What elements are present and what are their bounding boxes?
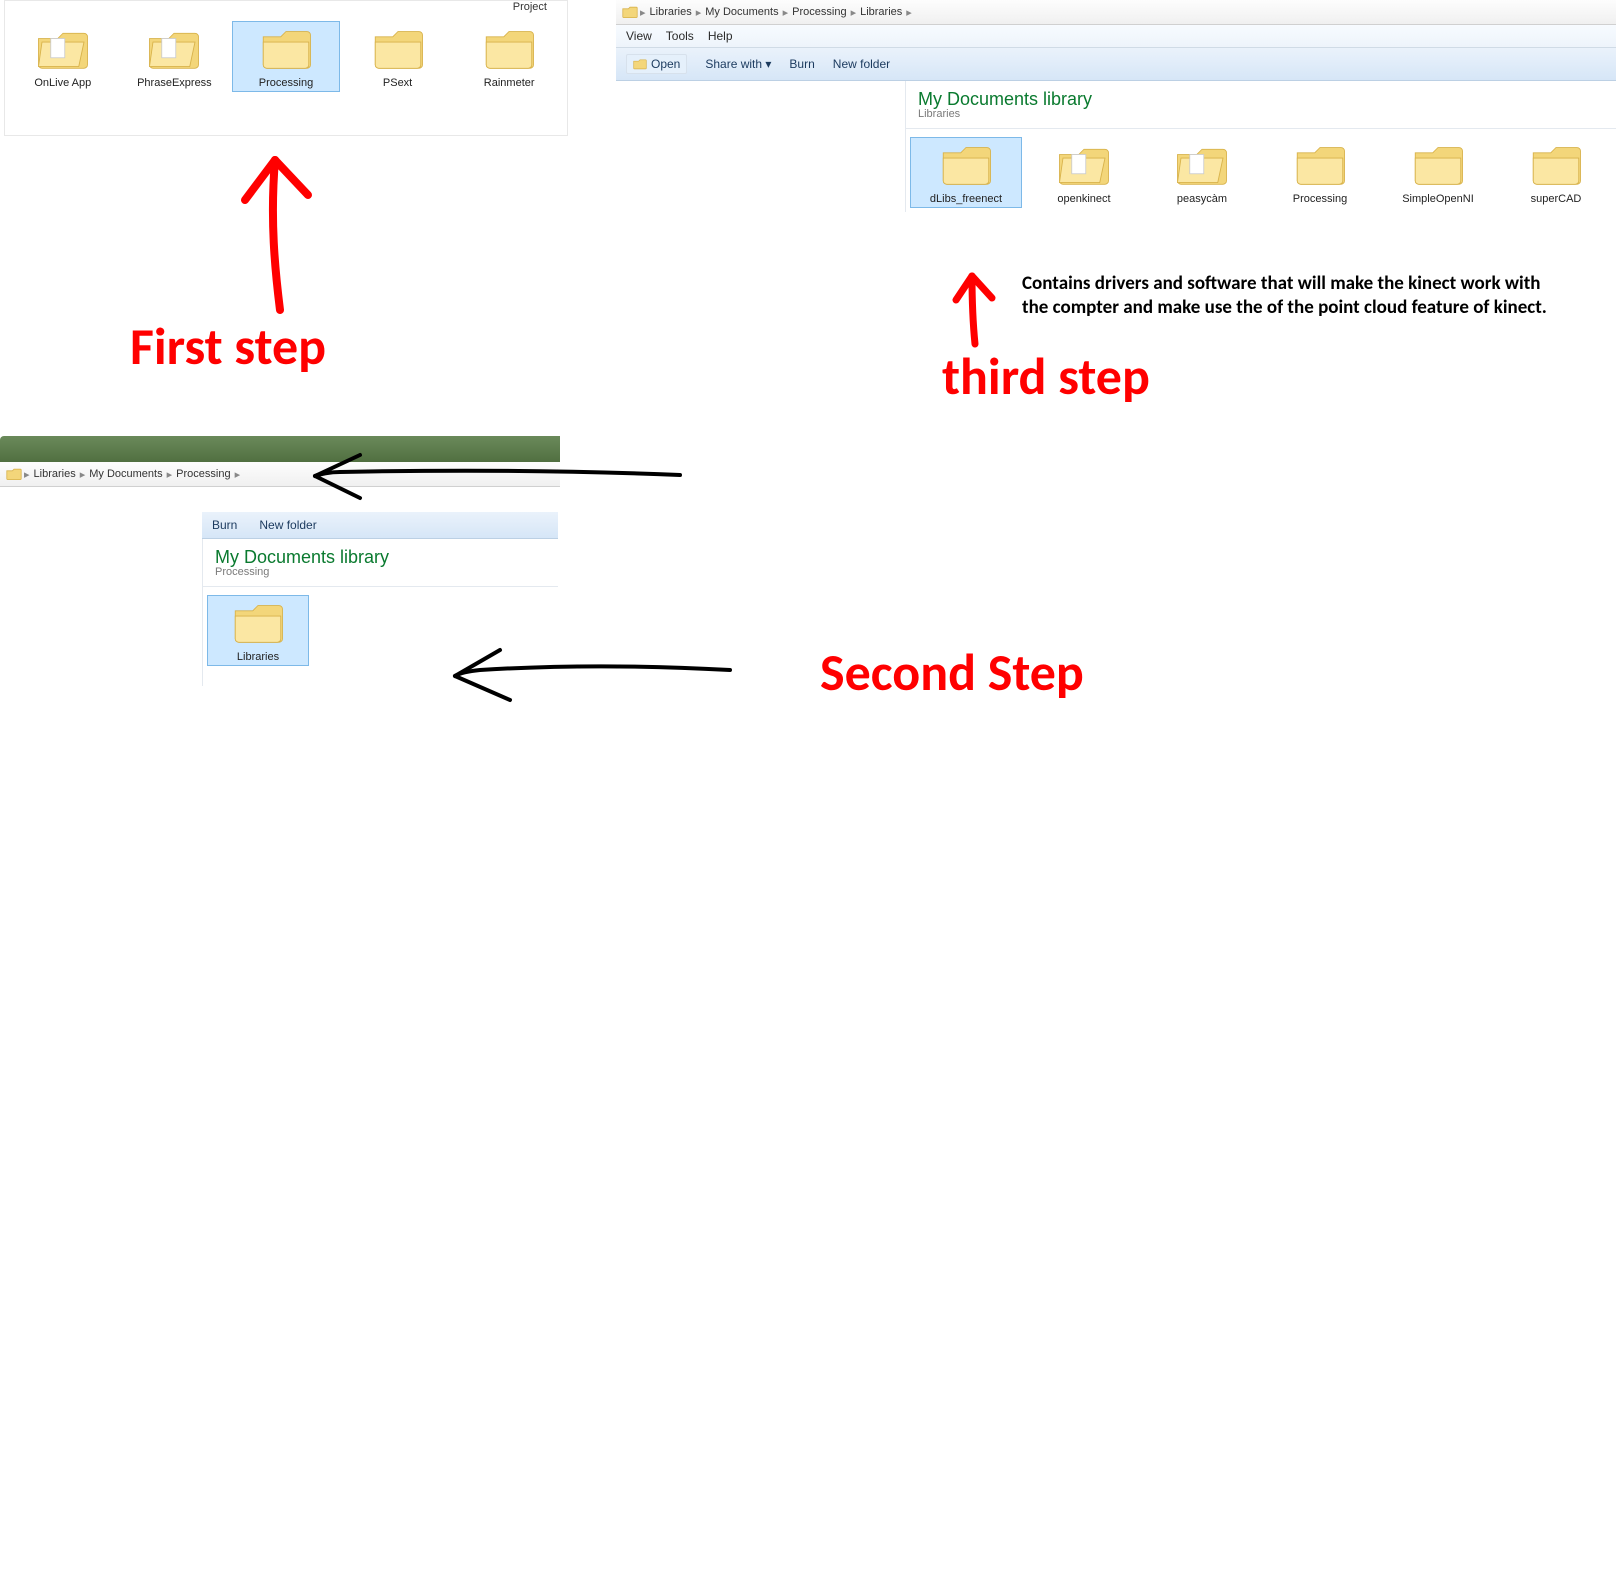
folder-label: superCAD (1503, 193, 1609, 205)
chevron-right-icon: ▸ (22, 468, 32, 481)
folder-icon (622, 5, 638, 19)
chevron-right-icon: ▸ (849, 6, 859, 19)
folder-openkinect[interactable]: openkinect (1028, 137, 1140, 208)
chevron-right-icon: ▸ (638, 6, 648, 19)
step2-content: Burn New folder My Documents library Pro… (202, 512, 558, 686)
step2-panel: ▸ Libraries ▸ My Documents ▸ Processing … (0, 462, 560, 487)
menu-view[interactable]: View (626, 29, 652, 43)
folder-open-icon (633, 57, 647, 71)
folder-label: Processing (1267, 193, 1373, 205)
folder-open-icon (35, 26, 91, 72)
folder-icon (370, 26, 426, 72)
folder-label: Rainmeter (458, 77, 560, 89)
toolbar: Burn New folder (202, 512, 558, 539)
crumb-libraries[interactable]: Libraries (32, 468, 78, 480)
folder-supercad[interactable]: superCAD (1500, 137, 1612, 208)
folder-label: OnLive App (12, 77, 114, 89)
folder-dlibs-freenect[interactable]: dLibs_freenect (910, 137, 1022, 208)
step2-window-top (0, 436, 560, 464)
folder-psext[interactable]: PSext (344, 21, 452, 92)
folder-label: PhraseExpress (124, 77, 226, 89)
folder-rainmeter[interactable]: Rainmeter (455, 21, 563, 92)
step1-top-label: Project (5, 1, 567, 13)
folder-processing[interactable]: Processing (232, 21, 340, 92)
step2-folder-row: Libraries (203, 587, 558, 670)
crumb-processing[interactable]: Processing (174, 468, 232, 480)
crumb-my-documents[interactable]: My Documents (703, 6, 780, 18)
burn-button[interactable]: Burn (789, 57, 814, 71)
new-folder-button[interactable]: New folder (833, 57, 890, 71)
chevron-right-icon: ▸ (781, 6, 791, 19)
open-button[interactable]: Open (626, 54, 687, 74)
crumb-processing[interactable]: Processing (790, 6, 848, 18)
folder-label: peasycàm (1149, 193, 1255, 205)
folder-icon (258, 26, 314, 72)
toolbar: Open Share with ▾ Burn New folder (616, 48, 1616, 81)
breadcrumb[interactable]: ▸ Libraries ▸ My Documents ▸ Processing … (0, 462, 560, 487)
folder-peasycam[interactable]: peasycàm (1146, 137, 1258, 208)
chevron-right-icon: ▸ (694, 6, 704, 19)
folder-simpleopenni[interactable]: SimpleOpenNI (1382, 137, 1494, 208)
chevron-right-icon: ▸ (233, 468, 243, 481)
folder-icon (230, 600, 286, 646)
step1-folder-row: OnLive App PhraseExpress Processing PSex… (5, 13, 567, 96)
folder-open-icon (146, 26, 202, 72)
folder-label: openkinect (1031, 193, 1137, 205)
folder-label: Libraries (210, 651, 306, 663)
folder-label: SimpleOpenNI (1385, 193, 1491, 205)
folder-processing-lib[interactable]: Processing (1264, 137, 1376, 208)
crumb-libraries[interactable]: Libraries (648, 6, 694, 18)
step2-annotation: Second Step (820, 640, 1084, 704)
folder-phraseexpress[interactable]: PhraseExpress (121, 21, 229, 92)
folder-icon (1528, 142, 1584, 188)
folder-icon (481, 26, 537, 72)
crumb-my-documents[interactable]: My Documents (87, 468, 164, 480)
folder-open-icon (1174, 142, 1230, 188)
folder-icon (1292, 142, 1348, 188)
open-label: Open (651, 57, 680, 71)
menu-bar: View Tools Help (616, 25, 1616, 48)
annotation-arrows (0, 0, 1616, 1582)
chevron-right-icon: ▸ (904, 6, 914, 19)
library-header: My Documents library Libraries (906, 81, 1616, 124)
folder-icon (1410, 142, 1466, 188)
step3-description: Contains drivers and software that will … (1022, 272, 1562, 320)
share-with-button[interactable]: Share with ▾ (705, 57, 771, 71)
folder-label: PSext (347, 77, 449, 89)
chevron-right-icon: ▸ (165, 468, 175, 481)
step3-panel: ▸ Libraries ▸ My Documents ▸ Processing … (616, 0, 1616, 212)
library-title: My Documents library (215, 547, 546, 568)
library-title: My Documents library (918, 89, 1604, 110)
folder-onlive-app[interactable]: OnLive App (9, 21, 117, 92)
crumb-libraries-2[interactable]: Libraries (858, 6, 904, 18)
folder-icon (938, 142, 994, 188)
breadcrumb[interactable]: ▸ Libraries ▸ My Documents ▸ Processing … (616, 0, 1616, 25)
folder-icon (6, 467, 22, 481)
library-header: My Documents library Processing (203, 539, 558, 582)
step3-folder-row: dLibs_freenect openkinect (906, 129, 1616, 212)
step3-annotation: third step (942, 344, 1150, 408)
new-folder-button[interactable]: New folder (259, 518, 316, 532)
burn-button[interactable]: Burn (212, 518, 237, 532)
step1-panel: Project OnLive App PhraseExpress Pr (4, 0, 568, 136)
step1-annotation: First step (130, 314, 326, 378)
chevron-right-icon: ▸ (78, 468, 88, 481)
folder-libraries[interactable]: Libraries (207, 595, 309, 666)
folder-label: Processing (235, 77, 337, 89)
folder-label: dLibs_freenect (913, 193, 1019, 205)
folder-open-icon (1056, 142, 1112, 188)
menu-help[interactable]: Help (708, 29, 733, 43)
menu-tools[interactable]: Tools (666, 29, 694, 43)
